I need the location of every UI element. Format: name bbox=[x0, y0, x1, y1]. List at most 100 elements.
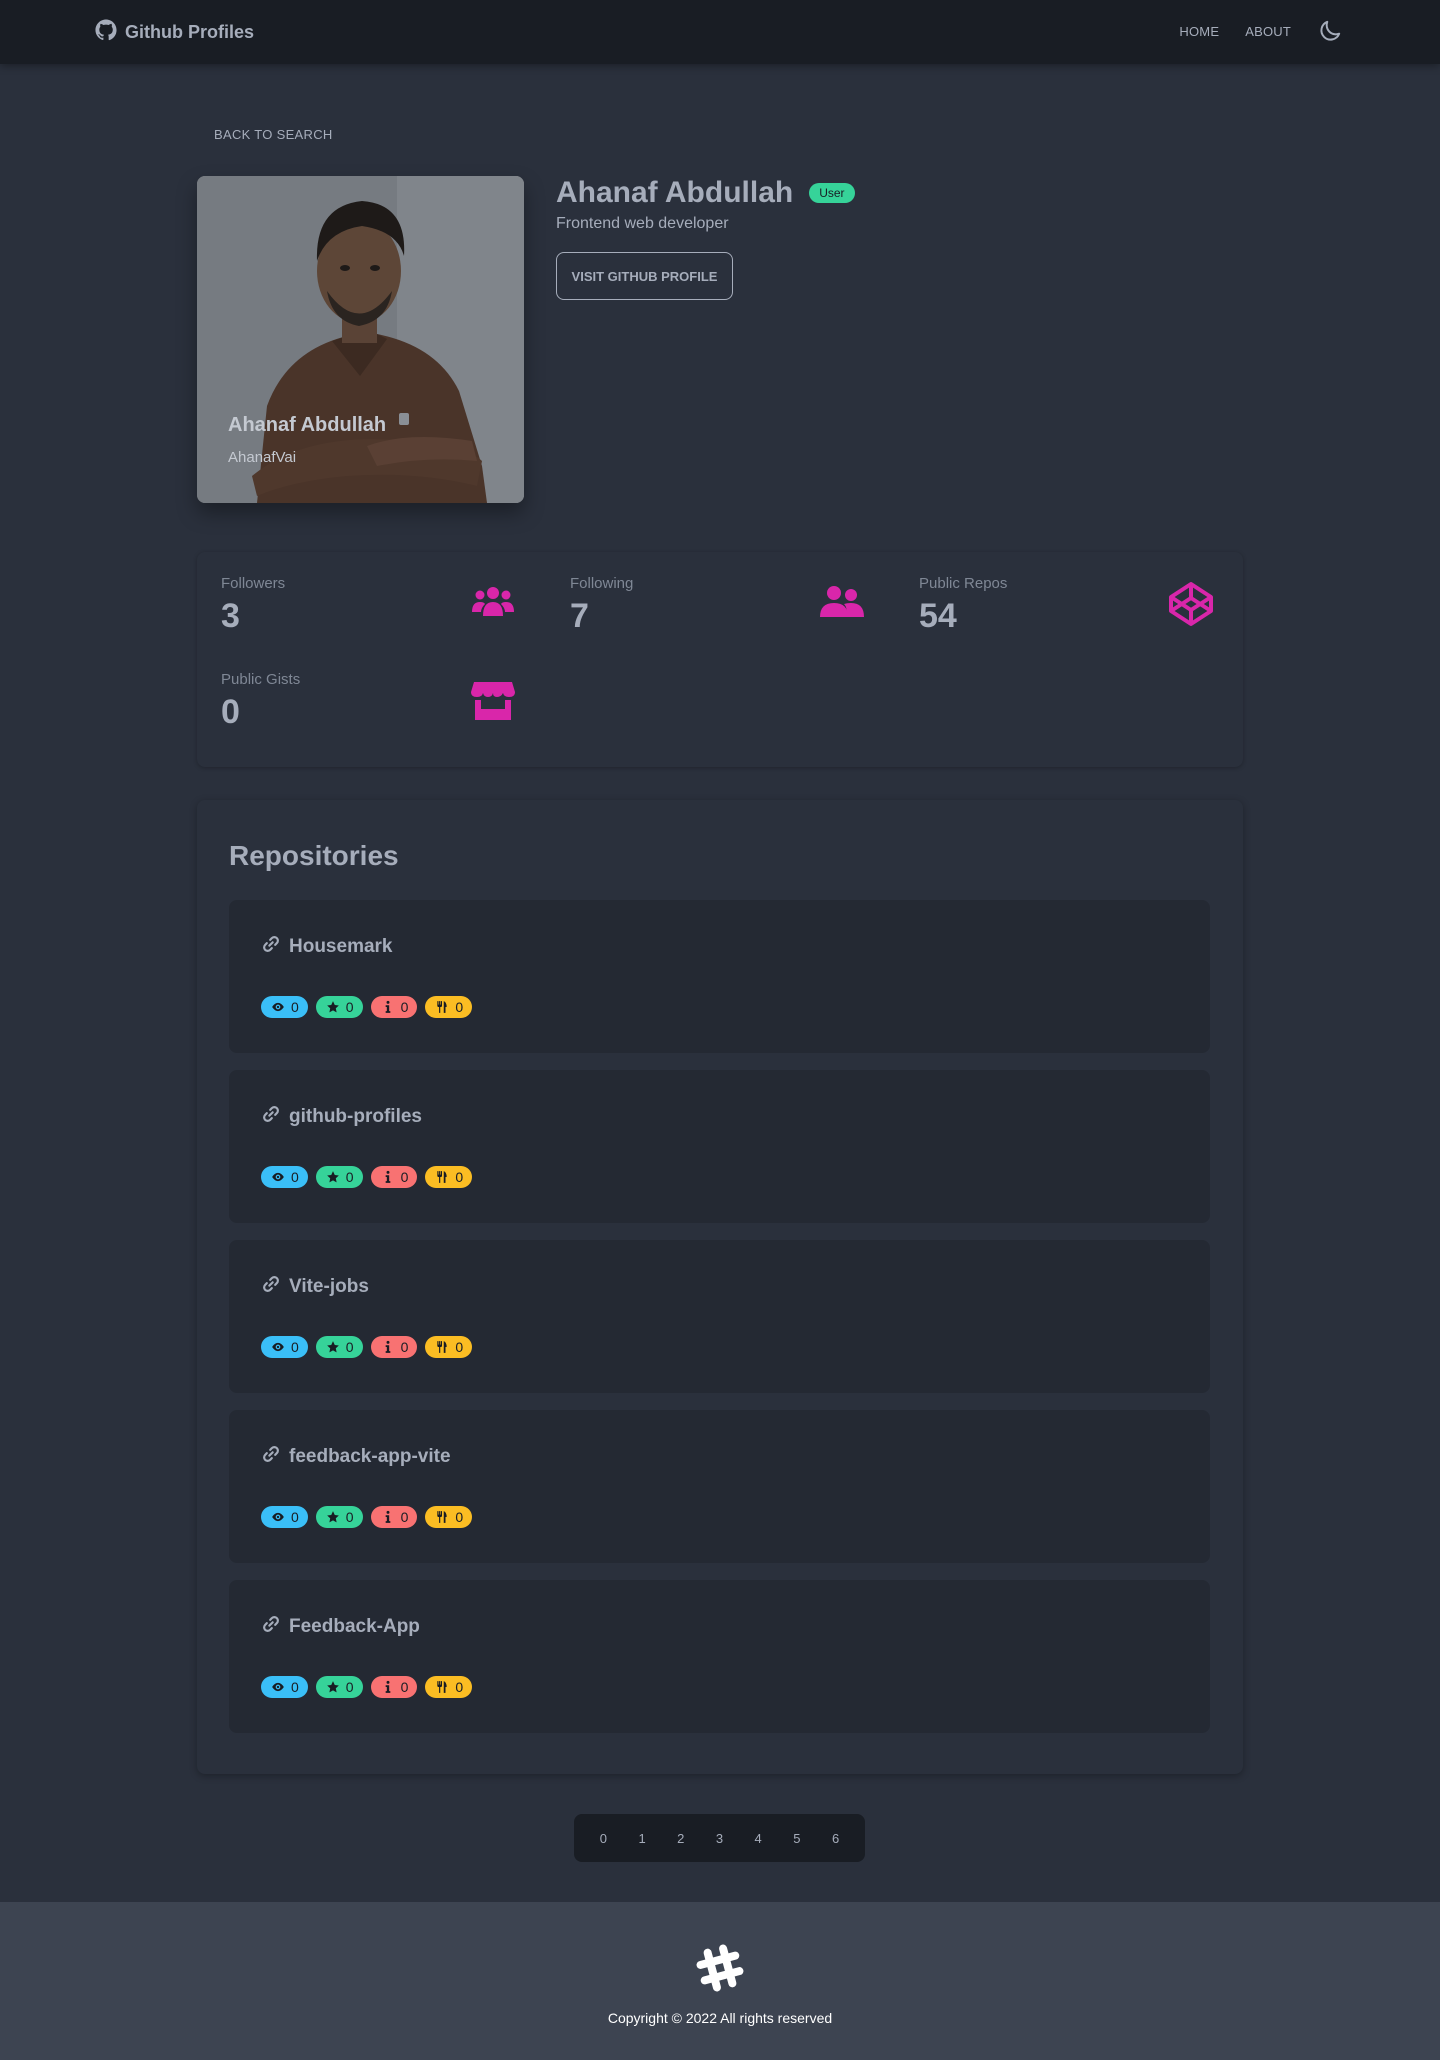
eye-icon bbox=[272, 1002, 284, 1012]
repositories-panel: Repositories Housemark 0 0 0 0 github-pr… bbox=[197, 800, 1243, 1774]
star-icon bbox=[326, 1001, 339, 1013]
repo-badges: 0 0 0 0 bbox=[261, 1676, 473, 1698]
copyright-text: Copyright © 2022 All rights reserved bbox=[607, 2010, 833, 2026]
utensils-icon bbox=[437, 1681, 448, 1693]
stars-count: 0 bbox=[345, 1679, 354, 1695]
stat-value: 0 bbox=[221, 693, 240, 731]
repo-badges: 0 0 0 0 bbox=[261, 1506, 473, 1528]
star-icon bbox=[326, 1681, 339, 1693]
pagination: 0 1 2 3 4 5 6 bbox=[574, 1814, 865, 1862]
stars-badge: 0 bbox=[315, 1506, 363, 1528]
forks-badge: 0 bbox=[425, 1506, 473, 1528]
stat-value: 54 bbox=[919, 597, 957, 635]
forks-badge: 0 bbox=[425, 996, 473, 1018]
utensils-icon bbox=[437, 1171, 448, 1183]
star-icon bbox=[326, 1171, 339, 1183]
store-icon bbox=[469, 676, 517, 724]
link-icon bbox=[261, 934, 281, 960]
visit-github-profile-button[interactable]: VISIT GITHUB PROFILE bbox=[556, 252, 733, 300]
stat-public-gists: Public Gists 0 bbox=[197, 648, 517, 731]
forks-badge: 0 bbox=[425, 1336, 473, 1358]
stars-badge: 0 bbox=[315, 996, 363, 1018]
repo-name: Feedback-App bbox=[289, 1616, 420, 1637]
page-button-2[interactable]: 2 bbox=[671, 1823, 690, 1854]
repositories-title: Repositories bbox=[229, 840, 399, 871]
issues-badge: 0 bbox=[370, 1166, 418, 1188]
profile-header: Ahanaf Abdullah User bbox=[556, 176, 855, 210]
watchers-count: 0 bbox=[291, 1679, 299, 1695]
watchers-count: 0 bbox=[291, 1339, 299, 1355]
stats-panel: Followers 3 Following 7 Public Repos 54 … bbox=[197, 552, 1243, 767]
repo-badges: 0 0 0 0 bbox=[261, 996, 473, 1018]
forks-badge: 0 bbox=[425, 1166, 473, 1188]
user-friends-icon bbox=[818, 580, 866, 628]
issues-badge: 0 bbox=[370, 1336, 418, 1358]
forks-count: 0 bbox=[455, 1339, 464, 1355]
stat-value: 7 bbox=[570, 597, 589, 635]
forks-count: 0 bbox=[455, 1169, 464, 1185]
codepen-icon bbox=[1167, 580, 1215, 628]
repo-card[interactable]: Housemark 0 0 0 0 bbox=[229, 900, 1210, 1053]
repo-name: Vite-jobs bbox=[289, 1276, 369, 1297]
moon-icon[interactable] bbox=[1317, 18, 1343, 44]
avatar: Ahanaf Abdullah AhanafVai bbox=[197, 176, 524, 503]
page-button-3[interactable]: 3 bbox=[710, 1823, 729, 1854]
stars-count: 0 bbox=[345, 1169, 354, 1185]
star-icon bbox=[326, 1511, 339, 1523]
slack-hash-icon bbox=[694, 1942, 746, 1994]
stars-count: 0 bbox=[345, 1509, 354, 1525]
repo-card[interactable]: feedback-app-vite 0 0 0 0 bbox=[229, 1410, 1210, 1563]
back-to-search-button[interactable]: BACK TO SEARCH bbox=[214, 127, 333, 142]
stars-count: 0 bbox=[345, 1339, 354, 1355]
nav-about-link[interactable]: ABOUT bbox=[1245, 24, 1291, 39]
page-button-5[interactable]: 5 bbox=[787, 1823, 806, 1854]
profile-name: Ahanaf Abdullah bbox=[556, 176, 794, 209]
link-icon bbox=[261, 1444, 281, 1470]
repo-card[interactable]: github-profiles 0 0 0 0 bbox=[229, 1070, 1210, 1223]
watchers-badge: 0 bbox=[261, 996, 308, 1018]
stars-badge: 0 bbox=[315, 1336, 363, 1358]
page-button-4[interactable]: 4 bbox=[749, 1823, 768, 1854]
eye-icon bbox=[272, 1512, 284, 1522]
stars-count: 0 bbox=[345, 999, 354, 1015]
repo-name: Housemark bbox=[289, 936, 393, 957]
watchers-count: 0 bbox=[291, 999, 299, 1015]
github-icon bbox=[95, 19, 117, 46]
nav-home-link[interactable]: HOME bbox=[1179, 24, 1219, 39]
repo-badges: 0 0 0 0 bbox=[261, 1166, 473, 1188]
eye-icon bbox=[272, 1342, 284, 1352]
page-button-0[interactable]: 0 bbox=[594, 1823, 613, 1854]
stat-value: 3 bbox=[221, 597, 240, 635]
forks-count: 0 bbox=[455, 999, 464, 1015]
info-icon bbox=[385, 1340, 390, 1353]
repo-name-row: Housemark bbox=[261, 934, 393, 960]
watchers-badge: 0 bbox=[261, 1166, 308, 1188]
repo-name-row: feedback-app-vite bbox=[261, 1444, 451, 1470]
forks-count: 0 bbox=[455, 1679, 464, 1695]
stat-title: Public Gists bbox=[221, 671, 301, 688]
page-button-6[interactable]: 6 bbox=[826, 1823, 845, 1854]
eye-icon bbox=[272, 1682, 284, 1692]
repo-card[interactable]: Vite-jobs 0 0 0 0 bbox=[229, 1240, 1210, 1393]
issues-count: 0 bbox=[400, 999, 409, 1015]
stat-public-repos: Public Repos 54 bbox=[895, 552, 1215, 635]
repo-name-row: Feedback-App bbox=[261, 1614, 420, 1640]
repo-card[interactable]: Feedback-App 0 0 0 0 bbox=[229, 1580, 1210, 1733]
info-icon bbox=[385, 1170, 390, 1183]
page-button-1[interactable]: 1 bbox=[632, 1823, 651, 1854]
forks-count: 0 bbox=[455, 1509, 464, 1525]
profile-bio: Frontend web developer bbox=[556, 215, 729, 232]
users-icon bbox=[469, 580, 517, 628]
stat-title: Followers bbox=[221, 575, 286, 592]
issues-badge: 0 bbox=[370, 996, 418, 1018]
stars-badge: 0 bbox=[315, 1166, 363, 1188]
stat-title: Following bbox=[570, 575, 634, 592]
footer: Copyright © 2022 All rights reserved bbox=[0, 1902, 1440, 2060]
repo-name-row: Vite-jobs bbox=[261, 1274, 369, 1300]
brand-link[interactable]: Github Profiles bbox=[95, 19, 254, 46]
watchers-count: 0 bbox=[291, 1509, 299, 1525]
avatar-login: AhanafVai bbox=[228, 449, 297, 466]
issues-count: 0 bbox=[400, 1339, 409, 1355]
watchers-badge: 0 bbox=[261, 1506, 308, 1528]
utensils-icon bbox=[437, 1511, 448, 1523]
